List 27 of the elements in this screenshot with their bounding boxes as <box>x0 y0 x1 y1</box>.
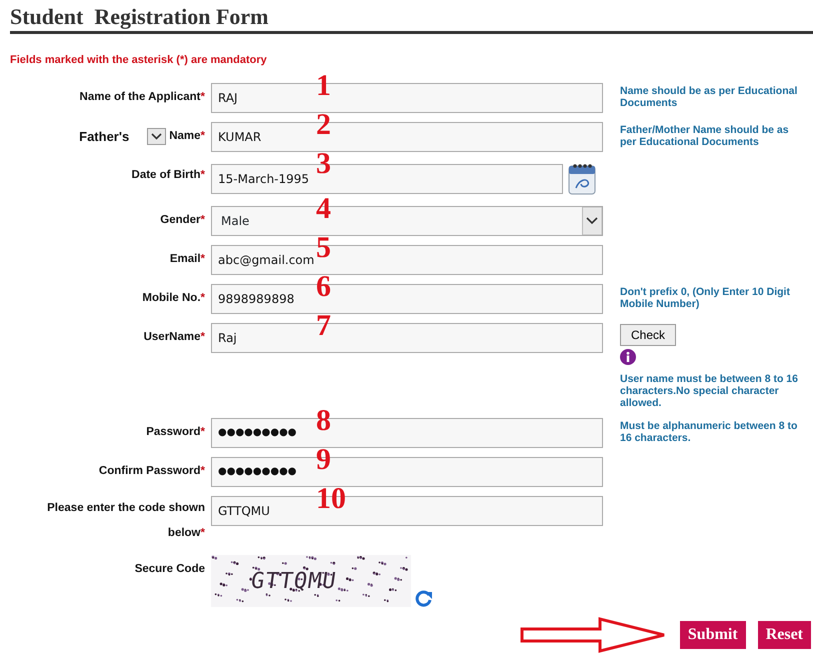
hint-text: Must be alphanumeric between 8 to 16 characters. <box>620 420 798 444</box>
field-label: Secure Code <box>134 562 205 576</box>
field-label: Email* <box>170 252 205 267</box>
hint-text: User name must be between 8 to 16 characters.No special character allowed. <box>620 372 799 408</box>
field-label: Gender* <box>160 212 205 228</box>
field-label: Date of Birth* <box>132 168 205 183</box>
caret-icon <box>582 206 602 234</box>
page-title: Student Registration Form <box>10 4 813 34</box>
captcha-text: GTTQMU <box>248 568 339 596</box>
hint-text: Father/Mother Name should be as per Educational Documents <box>620 124 790 148</box>
reset-button[interactable]: Reset <box>758 620 811 648</box>
submit-button[interactable]: Submit <box>680 620 746 648</box>
field-label: Name* <box>169 128 205 144</box>
field-label: Please enter the code shown below* <box>47 502 205 538</box>
info-icon[interactable] <box>620 348 636 364</box>
field-label: Confirm Password* <box>98 464 205 479</box>
mandatory-note: Fields marked with the asterisk (*) are mandatory <box>10 53 268 68</box>
field-label: Password* <box>146 424 205 440</box>
field-label: Mobile No.* <box>142 290 205 306</box>
check-button[interactable]: Check <box>620 324 676 346</box>
field-label: Name of the Applicant* <box>80 90 205 105</box>
hint-text: Don't prefix 0, (Only Enter 10 Digit Mobile Number) <box>620 286 791 310</box>
relation-dropdown[interactable] <box>147 128 166 145</box>
refresh-icon[interactable] <box>415 588 433 606</box>
relation-label: Father's <box>79 128 130 146</box>
field-label: UserName* <box>144 330 205 345</box>
hint-text: Name should be as per Educational Documents <box>620 84 798 108</box>
